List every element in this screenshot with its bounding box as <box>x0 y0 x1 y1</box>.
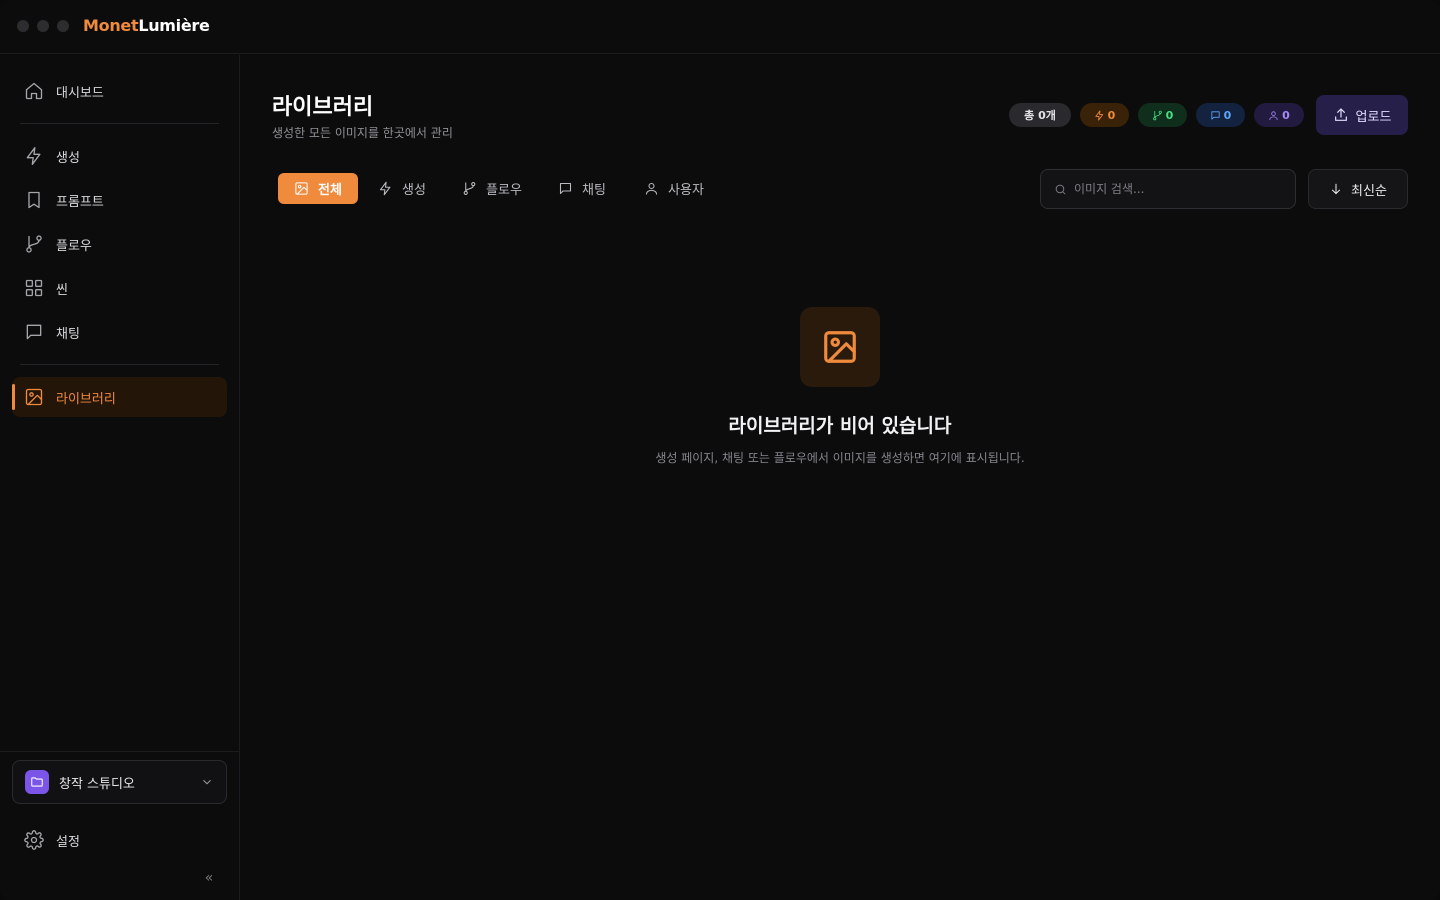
image-icon <box>295 182 308 195</box>
empty-state-title: 라이브러리가 비어 있습니다 <box>728 415 952 437</box>
grid-icon <box>25 279 43 297</box>
folder-icon <box>25 770 49 794</box>
tab-label: 전체 <box>318 183 342 198</box>
stat-flow-value: 0 <box>1165 108 1174 122</box>
active-indicator <box>12 384 15 410</box>
empty-state-icon-box <box>800 307 880 387</box>
sidebar-divider <box>20 123 219 124</box>
git-branch-icon <box>463 182 476 195</box>
tab-label: 플로우 <box>486 183 522 198</box>
sidebar-item-dashboard[interactable]: 대시보드 <box>12 71 227 111</box>
minimize-window-button[interactable] <box>37 20 49 32</box>
search-icon <box>1055 184 1066 194</box>
sort-label: 최신순 <box>1351 183 1387 199</box>
tab-generate[interactable]: 생성 <box>370 173 434 204</box>
sidebar-item-flow[interactable]: 플로우 <box>12 224 227 264</box>
sidebar-item-label: 채팅 <box>56 326 80 342</box>
search-box <box>1040 169 1296 209</box>
sidebar-divider <box>20 364 219 365</box>
git-branch-icon <box>1152 110 1162 120</box>
app-logo: MonetLumière <box>83 16 210 35</box>
page-title: 라이브러리 <box>272 95 374 120</box>
tab-label: 생성 <box>402 183 426 198</box>
logo-text-lumiere: Lumière <box>138 16 210 35</box>
app-window: MonetLumière 대시보드 생성 프롬프트 플로우 씬 채팅 라이브러리… <box>0 0 1440 900</box>
maximize-window-button[interactable] <box>57 20 69 32</box>
settings-label: 설정 <box>56 834 80 850</box>
page-subtitle: 생성한 모든 이미지를 한곳에서 관리 <box>272 126 453 140</box>
tab-all[interactable]: 전체 <box>278 173 358 204</box>
home-icon <box>25 82 43 100</box>
sidebar-item-settings[interactable]: 설정 <box>12 820 227 860</box>
workspace-label: 창작 스튜디오 <box>59 776 135 792</box>
bolt-icon <box>26 147 41 165</box>
stat-generate-value: 0 <box>1107 108 1116 122</box>
sidebar-item-label: 프롬프트 <box>56 194 104 210</box>
close-window-button[interactable] <box>17 20 29 32</box>
sidebar-item-scenes[interactable]: 씬 <box>12 268 227 308</box>
image-icon <box>824 331 856 363</box>
sidebar-item-label: 플로우 <box>56 238 92 254</box>
logo-text-monet: Monet <box>83 16 139 35</box>
stat-chat-badge: 0 <box>1196 103 1245 127</box>
arrow-down-icon <box>1332 183 1341 195</box>
tab-flow[interactable]: 플로우 <box>454 173 530 204</box>
stat-generate-badge: 0 <box>1080 103 1129 127</box>
image-icon <box>25 388 43 406</box>
collapse-sidebar-button[interactable]: « <box>200 870 218 886</box>
sidebar-item-label: 생성 <box>56 150 80 166</box>
sidebar-item-label: 대시보드 <box>56 85 104 101</box>
stat-total-badge: 총 0개 <box>1009 103 1071 127</box>
stat-user-value: 0 <box>1282 108 1290 122</box>
tab-chat[interactable]: 채팅 <box>550 173 614 204</box>
tab-user[interactable]: 사용자 <box>636 173 712 204</box>
tab-label: 사용자 <box>668 183 704 198</box>
chevron-down-icon <box>203 779 211 785</box>
tab-label: 채팅 <box>582 183 606 198</box>
sidebar-item-chat[interactable]: 채팅 <box>12 312 227 352</box>
upload-button-label: 업로드 <box>1355 109 1392 125</box>
chat-icon <box>26 324 42 340</box>
titlebar: MonetLumière <box>0 0 1440 54</box>
workspace-switcher[interactable]: 창작 스튜디오 <box>12 760 227 804</box>
sidebar-item-label: 라이브러리 <box>56 391 116 407</box>
upload-button[interactable]: 업로드 <box>1316 95 1408 135</box>
bolt-icon <box>1095 110 1103 120</box>
upload-icon <box>1334 108 1347 121</box>
stat-user-badge: 0 <box>1254 103 1304 127</box>
stat-flow-badge: 0 <box>1138 103 1187 127</box>
git-branch-icon <box>26 235 42 253</box>
user-icon <box>646 182 658 195</box>
gear-icon <box>24 830 44 850</box>
sidebar-item-generate[interactable]: 생성 <box>12 136 227 176</box>
stat-chat-value: 0 <box>1223 108 1232 122</box>
bookmark-icon <box>28 191 40 209</box>
sidebar: 대시보드 생성 프롬프트 플로우 씬 채팅 라이브러리 창작 스튜디오 설정 « <box>0 55 240 900</box>
main-content: 라이브러리 생성한 모든 이미지를 한곳에서 관리 총 0개 0 0 0 0 업… <box>240 55 1440 900</box>
sidebar-item-label: 씬 <box>56 282 68 298</box>
empty-state-description: 생성 페이지, 채팅 또는 플로우에서 이미지를 생성하면 여기에 표시됩니다. <box>655 451 1025 465</box>
bolt-icon <box>380 181 391 196</box>
user-icon <box>1269 110 1278 120</box>
sidebar-item-library[interactable]: 라이브러리 <box>12 377 227 417</box>
chat-icon <box>560 182 572 195</box>
chat-icon <box>1211 110 1220 120</box>
sidebar-item-prompts[interactable]: 프롬프트 <box>12 180 227 220</box>
sort-button[interactable]: 최신순 <box>1308 169 1408 209</box>
stat-total-value: 총 0개 <box>1024 109 1056 122</box>
sidebar-footer-divider <box>0 751 239 752</box>
search-input[interactable] <box>1074 182 1274 196</box>
